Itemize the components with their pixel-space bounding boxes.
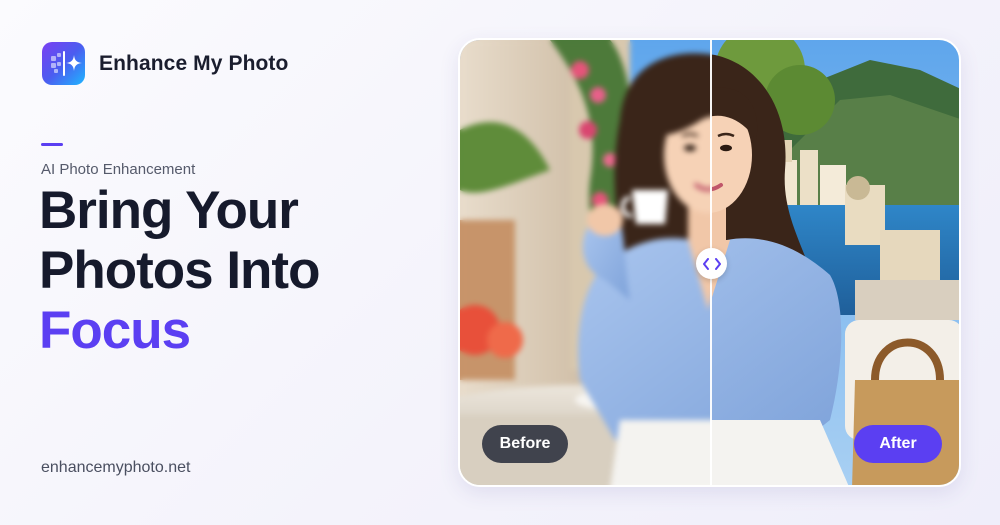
chevrons-left-right-icon bbox=[702, 257, 721, 270]
sparkle-icon bbox=[66, 55, 82, 71]
headline-line-1: Bring Your bbox=[39, 181, 299, 240]
brand-name: Enhance My Photo bbox=[99, 51, 289, 75]
headline-line-2: Photos Into bbox=[39, 241, 320, 300]
brand: Enhance My Photo bbox=[42, 42, 288, 85]
before-label: Before bbox=[482, 425, 568, 463]
headline-accent: Focus bbox=[39, 301, 191, 360]
after-label: After bbox=[854, 425, 942, 463]
site-url: enhancemyphoto.net bbox=[41, 459, 191, 476]
headline: Bring Your Photos Into Focus bbox=[39, 181, 320, 361]
before-after-comparison[interactable]: Before After bbox=[458, 38, 961, 487]
app-logo bbox=[42, 42, 85, 85]
eyebrow-text: AI Photo Enhancement bbox=[41, 161, 196, 178]
accent-line bbox=[41, 143, 63, 146]
comparison-slider-handle[interactable] bbox=[696, 248, 727, 279]
